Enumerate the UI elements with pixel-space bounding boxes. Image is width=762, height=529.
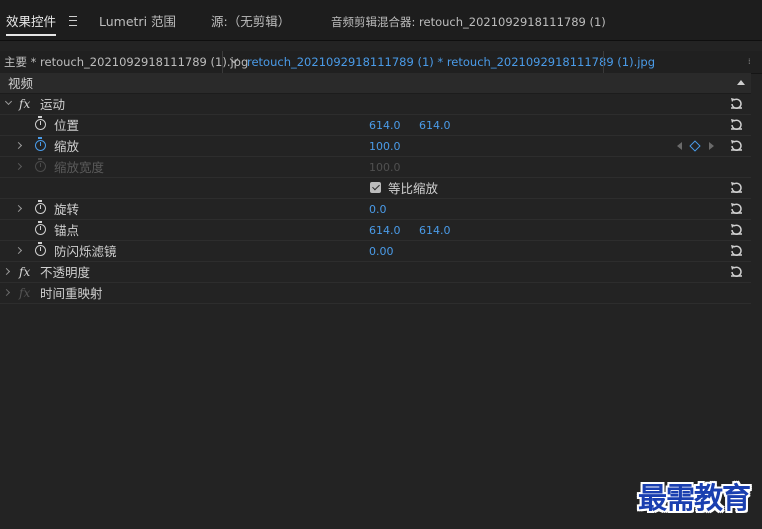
expand-chevron-icon[interactable] <box>14 162 23 171</box>
tab-effect-controls[interactable]: 效果控件 <box>6 12 57 36</box>
property-row-anchor: 锚点 614.0 614.0 <box>0 220 751 241</box>
previous-keyframe-icon[interactable] <box>677 142 682 150</box>
panel-menu-icon[interactable] <box>69 16 77 26</box>
panel-tab-bar: 效果控件 Lumetri 范围 源:（无剪辑） 音频剪辑混合器: retouch… <box>0 0 762 41</box>
fx-icon[interactable]: fx <box>19 264 30 281</box>
effect-row-motion[interactable]: fx 运动 <box>0 94 751 115</box>
property-label: 缩放宽度 <box>54 160 105 175</box>
anti-flicker-value[interactable]: 0.00 <box>369 244 394 260</box>
property-label: 位置 <box>54 118 80 133</box>
scroll-up-icon[interactable] <box>737 80 745 85</box>
anchor-y-value[interactable]: 614.0 <box>419 223 451 239</box>
scale-width-value: 100.0 <box>369 161 401 174</box>
effect-label: 运动 <box>40 97 66 112</box>
effect-row-time-remap[interactable]: fx 时间重映射 <box>0 283 751 304</box>
stopwatch-icon[interactable] <box>35 200 46 214</box>
checkbox-label: 等比缩放 <box>388 181 439 196</box>
panel-options-icon[interactable]: ⁞ <box>748 58 751 66</box>
reset-icon[interactable] <box>730 139 743 152</box>
reset-icon[interactable] <box>730 97 743 110</box>
expand-chevron-icon[interactable] <box>2 288 11 297</box>
expand-chevron-icon[interactable] <box>14 204 23 213</box>
fx-icon: fx <box>19 286 31 300</box>
scale-value[interactable]: 100.0 <box>369 139 401 155</box>
property-label: 旋转 <box>54 202 80 217</box>
add-keyframe-icon[interactable] <box>689 140 701 152</box>
stopwatch-icon[interactable] <box>35 242 46 256</box>
property-row-rotation: 旋转 0.0 <box>0 199 751 220</box>
expand-chevron-icon[interactable] <box>14 246 23 255</box>
clip-selector-bar: 主要 * retouch_2021092918111789 (1).jpg re… <box>0 51 762 74</box>
reset-icon[interactable] <box>730 118 743 131</box>
sequence-clip-label[interactable]: retouch_2021092918111789 (1) * retouch_2… <box>247 54 655 70</box>
divider <box>222 51 223 73</box>
tab-source[interactable]: 源:（无剪辑） <box>211 12 290 32</box>
property-row-scale: 缩放 100.0 <box>0 136 751 157</box>
next-keyframe-icon[interactable] <box>709 142 714 150</box>
video-section-header: 视频 <box>0 73 751 94</box>
tab-audio-clip-mixer[interactable]: 音频剪辑混合器: retouch_2021092918111789 (1) <box>331 12 606 32</box>
reset-icon[interactable] <box>730 244 743 257</box>
reset-icon[interactable] <box>730 202 743 215</box>
divider <box>603 51 604 73</box>
stopwatch-icon[interactable] <box>35 116 46 130</box>
uniform-scale-checkbox[interactable] <box>370 182 381 193</box>
watermark-logo: 最需教育 <box>638 481 751 515</box>
section-title: 视频 <box>8 76 34 91</box>
rotation-value[interactable]: 0.0 <box>369 202 387 218</box>
stopwatch-icon[interactable] <box>35 137 46 151</box>
property-row-position: 位置 614.0 614.0 <box>0 115 751 136</box>
property-row-anti-flicker: 防闪烁滤镜 0.00 <box>0 241 751 262</box>
expand-chevron-icon[interactable] <box>2 267 11 276</box>
property-label: 锚点 <box>54 223 80 238</box>
anchor-x-value[interactable]: 614.0 <box>369 223 401 239</box>
property-label: 缩放 <box>54 139 80 154</box>
stopwatch-icon[interactable] <box>35 221 46 235</box>
expand-chevron-icon[interactable] <box>14 141 23 150</box>
effect-label: 时间重映射 <box>40 286 103 301</box>
property-row-uniform-scale: 等比缩放 <box>0 178 751 199</box>
master-clip-label[interactable]: 主要 * retouch_2021092918111789 (1).jpg <box>4 54 248 70</box>
property-label: 防闪烁滤镜 <box>54 244 117 259</box>
property-row-scale-width: 缩放宽度 100.0 <box>0 157 751 178</box>
reset-icon[interactable] <box>730 265 743 278</box>
effect-label: 不透明度 <box>40 265 91 280</box>
position-x-value[interactable]: 614.0 <box>369 118 401 134</box>
effect-row-opacity[interactable]: fx 不透明度 <box>0 262 751 283</box>
fx-icon[interactable]: fx <box>19 96 30 113</box>
position-y-value[interactable]: 614.0 <box>419 118 451 134</box>
reset-icon[interactable] <box>730 223 743 236</box>
expand-chevron-icon[interactable] <box>4 97 13 106</box>
tab-lumetri-scopes[interactable]: Lumetri 范围 <box>99 12 176 32</box>
stopwatch-icon <box>35 158 46 172</box>
reset-icon[interactable] <box>730 181 743 194</box>
